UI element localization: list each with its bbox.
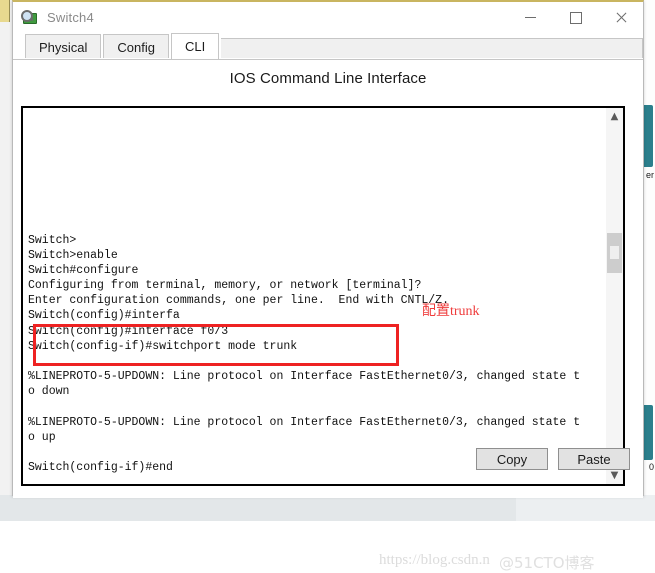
tab-bar-filler	[221, 38, 643, 59]
scroll-up-icon[interactable]: ▲	[606, 108, 623, 125]
minimize-button[interactable]	[508, 2, 553, 33]
terminal-line: Switch#configure	[28, 263, 139, 277]
terminal-container: Switch> Switch>enable Switch#configure Conf…	[21, 106, 625, 486]
terminal-output[interactable]: Switch> Switch>enable Switch#configure Conf…	[23, 108, 606, 484]
tab-bar: Physical Config CLI	[13, 33, 643, 59]
terminal-line: Switch>enable	[28, 248, 118, 262]
window-title: Switch4	[47, 10, 94, 25]
button-row: Copy Paste	[476, 448, 630, 470]
terminal-scrollbar[interactable]: ▲ ▼	[605, 108, 623, 484]
tab-cli[interactable]: CLI	[171, 33, 220, 59]
workspace-bottom-bar-inner	[0, 495, 516, 521]
terminal-line: Switch>	[28, 233, 77, 247]
annotation-text-cn: 配置	[422, 303, 450, 319]
switch-magnifier-icon	[21, 9, 38, 26]
close-button[interactable]	[598, 2, 643, 33]
terminal-line: o down	[28, 385, 70, 399]
terminal-line: %LINEPROTO-5-UPDOWN: Line protocol on In…	[28, 415, 581, 429]
window-controls	[508, 2, 643, 33]
close-icon	[615, 12, 627, 24]
window-titlebar[interactable]: Switch4	[13, 2, 643, 33]
terminal-line: Switch(config-if)#switchport mode trunk	[28, 339, 298, 353]
terminal-line: Configuring from terminal, memory, or ne…	[28, 279, 422, 293]
terminal-line: o up	[28, 430, 56, 444]
scrollbar-thumb[interactable]	[607, 233, 622, 273]
terminal-line: Switch(config)#interfa	[28, 309, 180, 323]
copy-button[interactable]: Copy	[476, 448, 548, 470]
switch-cli-window: Switch4 Physical Config CLI IOS Command …	[12, 0, 644, 572]
tab-config[interactable]: Config	[103, 34, 169, 59]
terminal-line: Switch(config)#interface f0/3	[28, 324, 229, 338]
cli-panel: IOS Command Line Interface Switch> Switch…	[13, 59, 643, 572]
watermark-site: @51CTO博客	[499, 554, 595, 572]
watermark-url: https://blog.csdn.n	[379, 552, 490, 568]
terminal-line: Enter configuration commands, one per li…	[28, 294, 449, 308]
minimize-icon	[525, 17, 536, 18]
maximize-icon	[569, 11, 582, 24]
workspace-left-accent	[0, 0, 10, 22]
page-title: IOS Command Line Interface	[229, 70, 427, 87]
background-device-2-label: 0	[648, 462, 654, 472]
annotation-text-en: trunk	[450, 304, 480, 319]
tab-physical[interactable]: Physical	[25, 34, 102, 59]
background-device-1-label: er	[645, 170, 654, 180]
maximize-button[interactable]	[553, 2, 598, 33]
paste-button[interactable]: Paste	[558, 448, 630, 470]
terminal-line: %LINEPROTO-5-UPDOWN: Line protocol on In…	[28, 370, 581, 384]
annotation-trunk: 配置trunk	[422, 300, 480, 320]
